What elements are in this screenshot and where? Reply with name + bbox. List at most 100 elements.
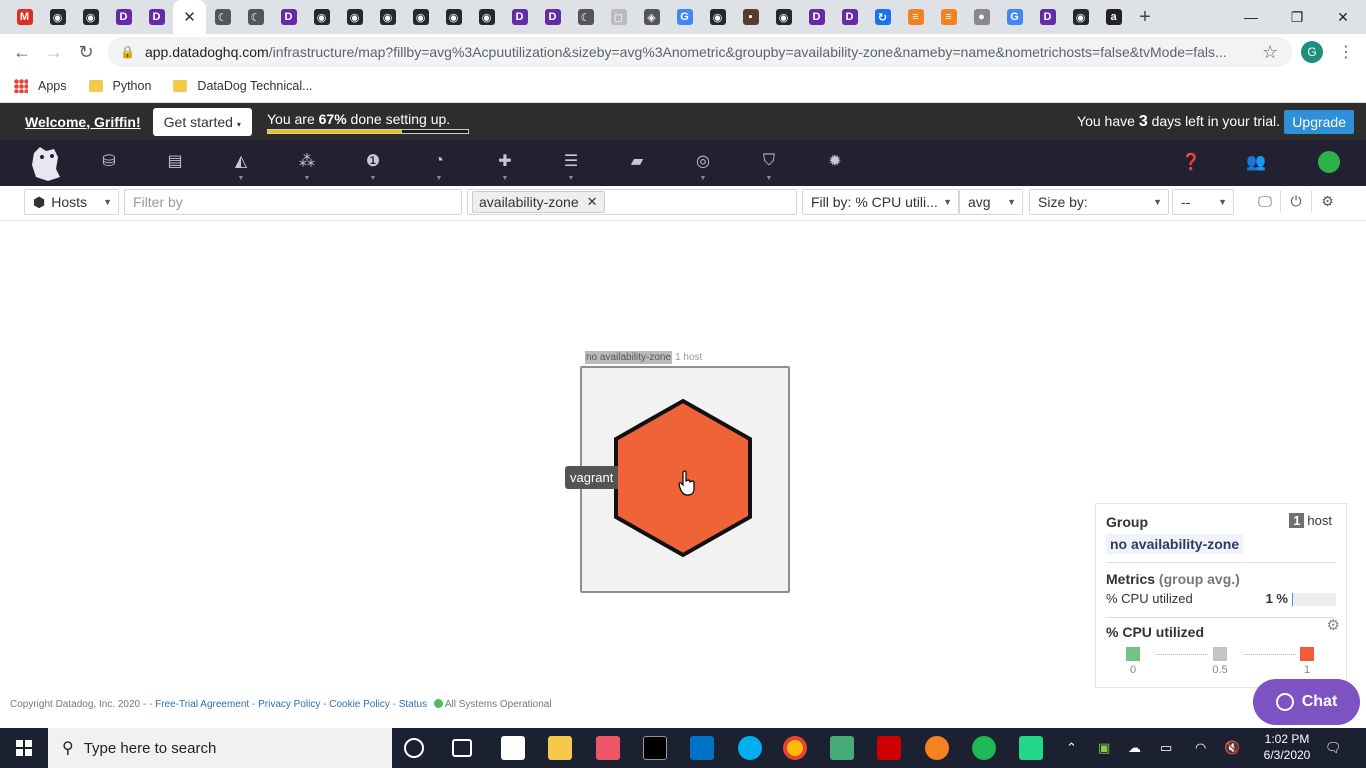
size-agg-select[interactable]: -- ▼ <box>1172 189 1234 215</box>
cookie-policy-link[interactable]: Cookie Policy <box>329 699 390 710</box>
browser-tab[interactable]: D <box>140 0 173 34</box>
browser-tab[interactable]: ◉ <box>701 0 734 34</box>
browser-tab[interactable]: ◈ <box>635 0 668 34</box>
browser-tab[interactable]: ▪ <box>734 0 767 34</box>
minimize-icon[interactable]: — <box>1228 0 1274 34</box>
new-tab-icon[interactable]: + <box>1130 0 1160 34</box>
help-icon[interactable]: ❓ <box>1181 152 1201 172</box>
browser-tab[interactable]: a <box>1097 0 1130 34</box>
reload-icon[interactable]: ↻ <box>70 36 102 68</box>
app-icon[interactable] <box>596 736 620 760</box>
taskbar-search-input[interactable]: ⚲ Type here to search <box>48 728 392 768</box>
browser-tab[interactable]: ◻ <box>602 0 635 34</box>
browser-tab[interactable]: ◉ <box>767 0 800 34</box>
group-by-input[interactable]: availability-zone ✕ <box>467 189 797 215</box>
skype-icon[interactable] <box>738 736 762 760</box>
bookmark-python[interactable]: Python <box>88 79 151 93</box>
browser-tab[interactable]: G <box>998 0 1031 34</box>
power-icon[interactable]: ⏻ <box>1281 190 1312 212</box>
remove-chip-icon[interactable]: ✕ <box>587 194 598 210</box>
datadog-logo-icon[interactable] <box>28 143 64 183</box>
browser-tab[interactable]: ◉ <box>371 0 404 34</box>
outlook-icon[interactable] <box>690 736 714 760</box>
browser-tab[interactable]: ◉ <box>404 0 437 34</box>
settings-gear-icon[interactable]: ⚙ <box>1312 190 1343 212</box>
watchdog-binoculars-icon[interactable]: ⛁ <box>99 151 119 171</box>
tray-app-icon[interactable]: ▣ <box>1098 740 1110 756</box>
bookmark-apps[interactable]: Apps <box>14 79 67 93</box>
browser-tab[interactable]: ☾ <box>569 0 602 34</box>
get-started-button[interactable]: Get started ▾ <box>152 107 252 136</box>
browser-tab[interactable]: ◉ <box>1064 0 1097 34</box>
file-explorer-icon[interactable] <box>548 736 572 760</box>
postman-icon[interactable] <box>925 736 949 760</box>
battery-icon[interactable]: ▭ <box>1160 740 1172 756</box>
size-by-select[interactable]: Size by: ▼ <box>1029 189 1169 215</box>
hosts-select[interactable]: ⬢ Hosts ▼ <box>24 189 119 215</box>
upgrade-button[interactable]: Upgrade <box>1284 110 1354 134</box>
task-view-icon[interactable] <box>452 739 472 757</box>
fill-by-select[interactable]: Fill by: % CPU utili... ▼ <box>802 189 959 215</box>
browser-tab[interactable]: D <box>272 0 305 34</box>
close-window-icon[interactable]: ✕ <box>1320 0 1366 34</box>
app-icon[interactable] <box>830 736 854 760</box>
events-list-icon[interactable]: ▤ <box>165 151 185 171</box>
browser-tab[interactable]: G <box>668 0 701 34</box>
wifi-icon[interactable]: ◠ <box>1195 740 1206 756</box>
taskbar-clock[interactable]: 1:02 PM 6/3/2020 <box>1252 731 1322 763</box>
browser-tab[interactable]: D <box>1031 0 1064 34</box>
pokerstars-icon[interactable] <box>877 736 901 760</box>
free-trial-agreement-link[interactable]: Free-Trial Agreement <box>155 699 249 710</box>
url-input[interactable]: 🔒 app.datadoghq.com/infrastructure/map?f… <box>108 37 1292 67</box>
browser-tab[interactable]: ≡ <box>932 0 965 34</box>
chat-button[interactable]: Chat <box>1253 679 1360 725</box>
profile-avatar[interactable]: G <box>1301 41 1323 63</box>
browser-tab[interactable]: D <box>107 0 140 34</box>
rum-icon[interactable]: ✹ <box>825 151 845 171</box>
fill-agg-select[interactable]: avg ▼ <box>959 189 1023 215</box>
browser-tab[interactable]: ◉ <box>470 0 503 34</box>
browser-tab[interactable]: D <box>833 0 866 34</box>
browser-tab-active[interactable]: ✕ <box>173 0 206 34</box>
start-button[interactable] <box>0 728 48 768</box>
apm-gauge-icon[interactable]: ◔ ▼ <box>429 151 449 182</box>
notifications-icon[interactable]: 🗨 <box>1325 740 1342 756</box>
dashboards-chart-icon[interactable]: ◭ ▼ <box>231 151 251 182</box>
group-value-badge[interactable]: no availability-zone <box>1106 534 1244 554</box>
integrations-puzzle-icon[interactable]: ✚ ▼ <box>495 151 515 182</box>
notebooks-icon[interactable]: ▰ <box>627 151 647 171</box>
browser-menu-icon[interactable]: ⋮ <box>1338 42 1354 62</box>
privacy-policy-link[interactable]: Privacy Policy <box>258 699 320 710</box>
terminal-icon[interactable] <box>643 736 667 760</box>
browser-tab[interactable]: ≡ <box>899 0 932 34</box>
browser-tab[interactable]: ↻ <box>866 0 899 34</box>
browser-tab[interactable]: ● <box>965 0 998 34</box>
bookmark-datadog-technical[interactable]: DataDog Technical... <box>173 79 313 93</box>
synthetics-icon[interactable]: ◎ ▼ <box>693 151 713 182</box>
back-icon[interactable]: ← <box>6 36 38 68</box>
tv-mode-icon[interactable]: 🖵 <box>1250 190 1281 212</box>
browser-tab[interactable]: ◉ <box>74 0 107 34</box>
tray-chevron-up-icon[interactable]: ⌃ <box>1066 740 1077 756</box>
cortana-icon[interactable] <box>404 738 424 758</box>
volume-muted-icon[interactable]: 🔇 <box>1224 740 1240 756</box>
team-icon[interactable]: 👥 <box>1246 152 1266 172</box>
browser-tab[interactable]: D <box>536 0 569 34</box>
status-link[interactable]: Status <box>399 699 427 710</box>
group-by-chip[interactable]: availability-zone ✕ <box>472 191 605 213</box>
spotify-icon[interactable] <box>972 736 996 760</box>
browser-tab[interactable]: ☾ <box>206 0 239 34</box>
filter-input[interactable]: Filter by <box>124 189 462 215</box>
browser-tab[interactable]: D <box>503 0 536 34</box>
legend-settings-gear-icon[interactable]: ⚙ <box>1327 616 1340 634</box>
pycharm-icon[interactable] <box>1019 736 1043 760</box>
close-icon[interactable]: ✕ <box>183 8 196 26</box>
store-icon[interactable] <box>501 736 525 760</box>
monitors-alert-icon[interactable]: ❶ ▼ <box>363 151 383 182</box>
browser-tab[interactable]: ◉ <box>305 0 338 34</box>
restore-icon[interactable]: ❐ <box>1274 0 1320 34</box>
logs-icon[interactable]: ☰ ▼ <box>561 151 581 182</box>
browser-tab[interactable]: ◉ <box>338 0 371 34</box>
infrastructure-icon[interactable]: ⁂ ▼ <box>297 151 317 182</box>
browser-tab[interactable]: ☾ <box>239 0 272 34</box>
